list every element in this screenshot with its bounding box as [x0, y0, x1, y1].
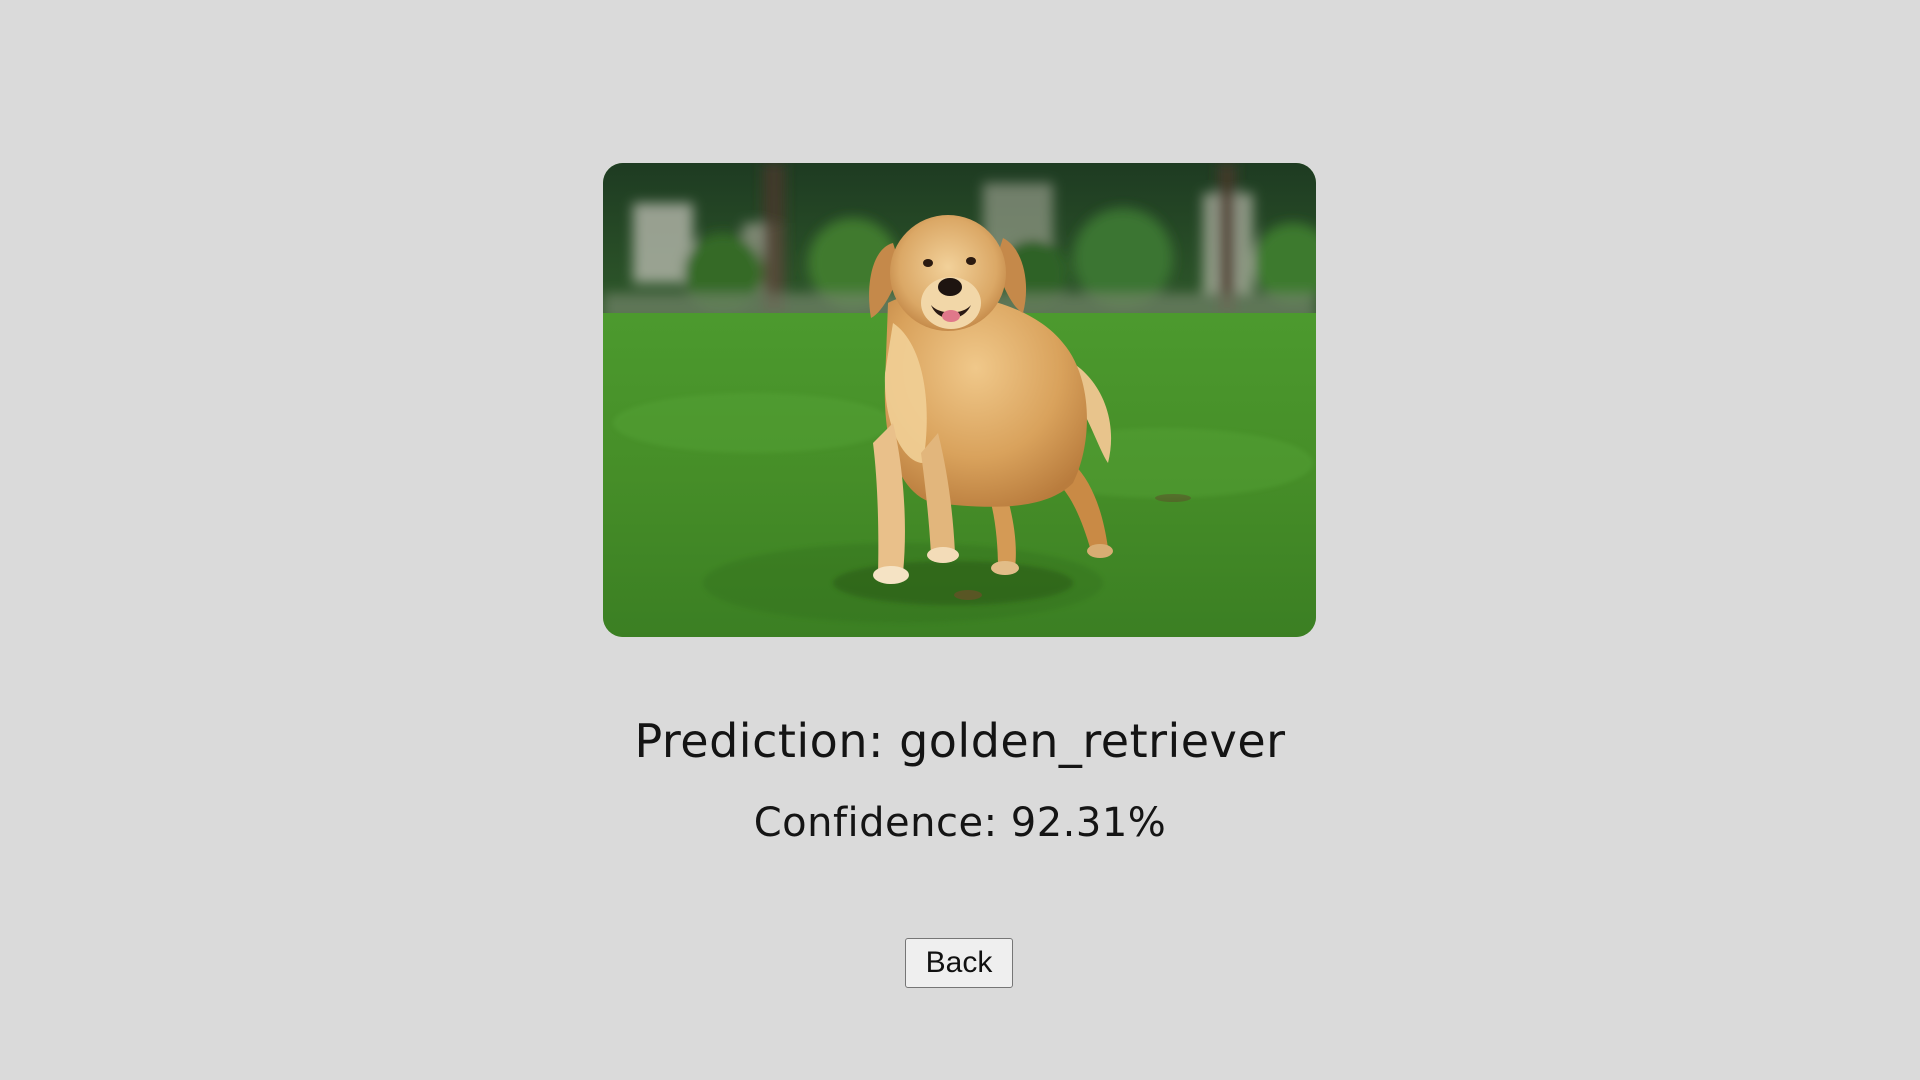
dog-photo-illustration [603, 163, 1316, 637]
prediction-label: Prediction: golden_retriever [634, 714, 1286, 768]
uploaded-dog-photo [603, 163, 1316, 637]
confidence-label: Confidence: 92.31% [753, 800, 1167, 846]
result-page: Prediction: golden_retriever Confidence:… [0, 0, 1920, 1080]
back-button[interactable]: Back [905, 938, 1013, 988]
